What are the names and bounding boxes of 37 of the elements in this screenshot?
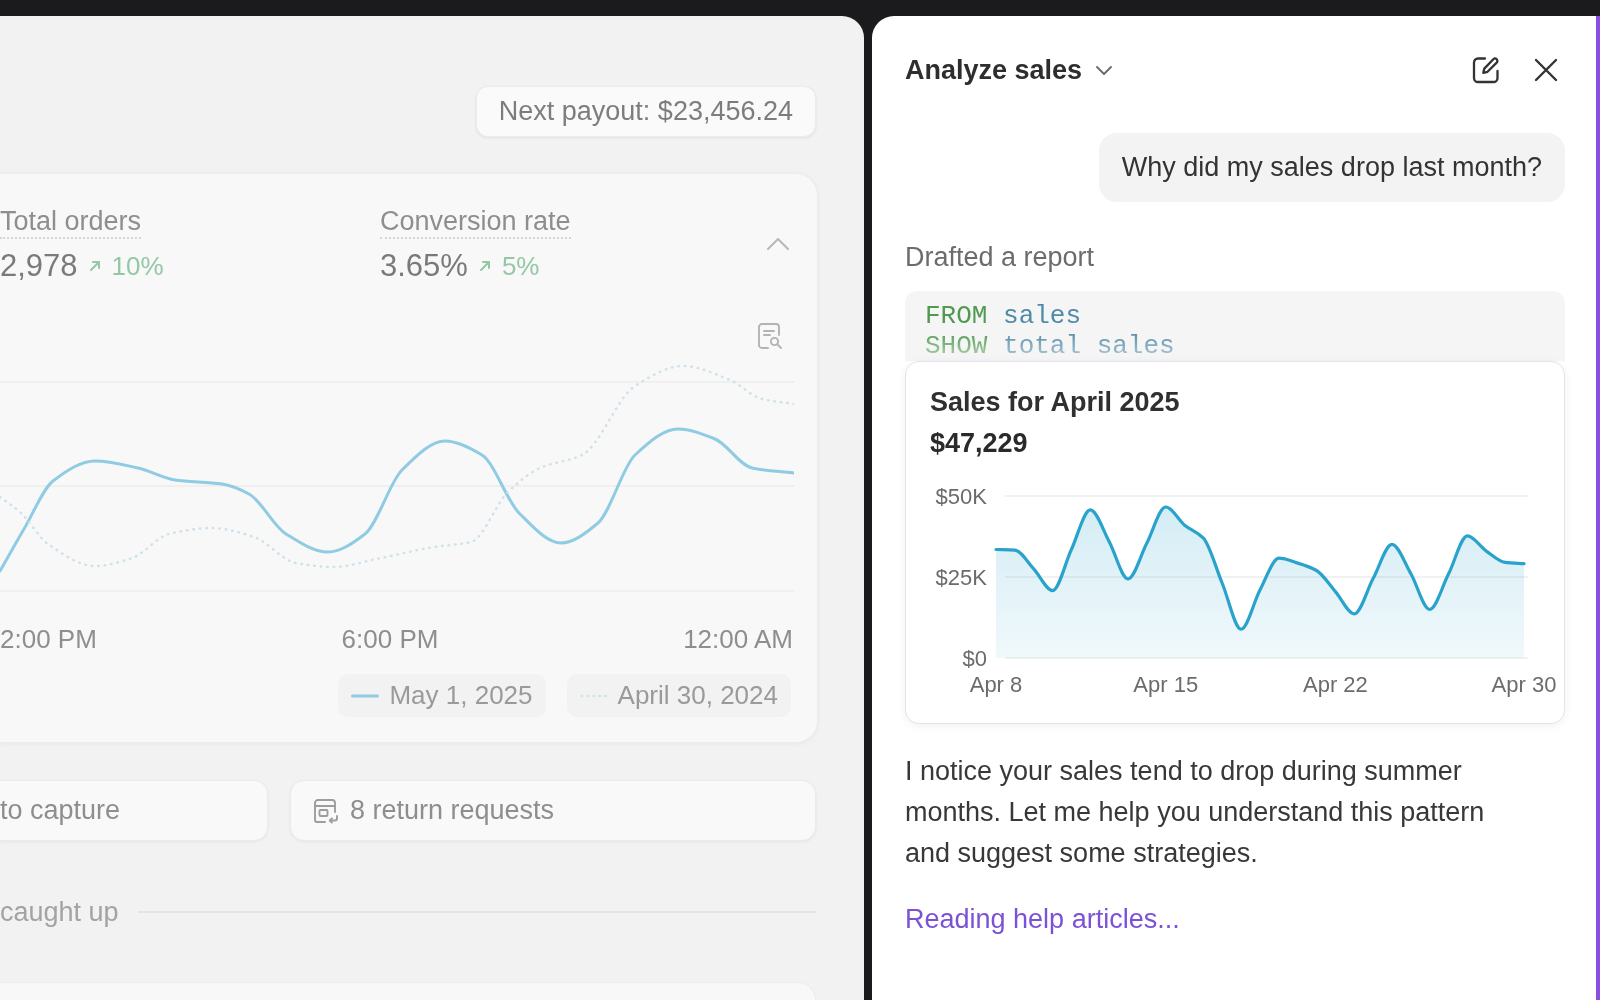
- progress-text: Reading help articles...: [905, 903, 1181, 936]
- code-line: FROM sales: [925, 301, 1083, 331]
- x-axis-label: Apr 22: [1303, 671, 1368, 697]
- chart-title: Sales for April 2025: [930, 386, 1181, 419]
- status-text: Drafted a report: [905, 241, 1096, 274]
- code-line: SHOW total sales: [925, 331, 1176, 361]
- metric-label: Conversion rate: [380, 205, 571, 239]
- legend-item[interactable]: April 30, 2024: [566, 674, 791, 717]
- user-message: Why did my sales drop last month?: [1098, 133, 1565, 202]
- x-axis-label: 2:00 PM: [0, 623, 97, 655]
- y-axis-label: $25K: [935, 564, 987, 590]
- x-axis-label: 6:00 PM: [341, 623, 439, 655]
- metric-label: Total orders: [0, 205, 142, 239]
- shortcut-button[interactable]: to capture: [0, 780, 268, 841]
- dotted-line-icon: [579, 693, 608, 698]
- x-axis-label: Apr 15: [1133, 671, 1199, 697]
- y-axis-label: $50K: [935, 483, 987, 509]
- close-icon[interactable]: [1534, 58, 1558, 82]
- square-pencil-icon[interactable]: [1471, 55, 1501, 85]
- metric-value: 2,978: [0, 248, 78, 284]
- x-axis-label: Apr 8: [969, 671, 1023, 697]
- payout-button[interactable]: Next payout: $23,456.24: [475, 86, 816, 137]
- assistant-message: I notice your sales tend to drop during summer months. Let me help you understand this pattern and suggest some strategies.: [905, 755, 1486, 870]
- metric-change: 5%: [501, 250, 540, 283]
- shortcut-button[interactable]: 8 return requests: [290, 780, 816, 841]
- x-axis-label: Apr 30: [1491, 671, 1557, 697]
- y-axis-label: $0: [962, 645, 987, 671]
- chart-total: $47,229: [930, 427, 1029, 460]
- metric-value: 3.65%: [380, 248, 468, 284]
- solid-line-icon: [351, 693, 380, 698]
- conversation-menu[interactable]: Analyze sales: [905, 49, 1113, 91]
- metric-change: 10%: [111, 250, 164, 283]
- x-axis-label: 12:00 AM: [683, 623, 793, 655]
- legend-item[interactable]: May 1, 2025: [338, 674, 546, 717]
- section-label: caught up: [0, 896, 119, 928]
- return-box-icon: [311, 796, 339, 825]
- chevron-down-icon: [1096, 65, 1113, 75]
